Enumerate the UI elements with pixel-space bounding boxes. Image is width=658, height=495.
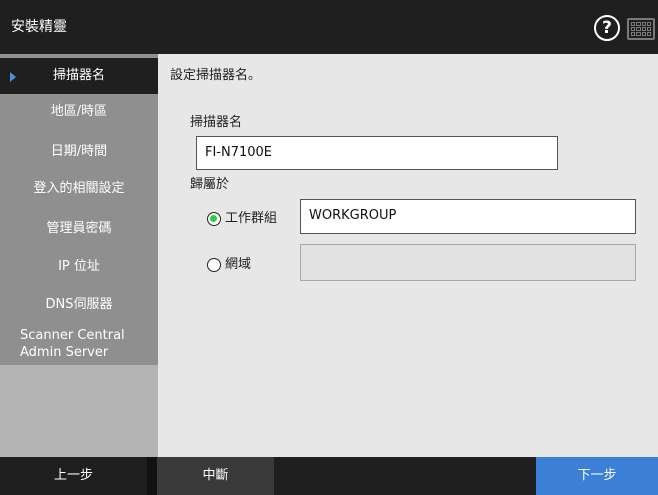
belongs-to-label: 歸屬於 xyxy=(190,177,230,192)
instruction-text: 設定掃描器名。 xyxy=(170,68,262,83)
scanner-name-input[interactable]: FI-N7100E xyxy=(196,136,558,170)
footer-bar: 上一步 中斷 下一步 xyxy=(0,457,658,495)
scanner-name-label: 掃描器名 xyxy=(190,115,243,130)
sidebar-item-region-timezone[interactable]: 地區/時區 xyxy=(0,94,158,130)
workgroup-option-label[interactable]: 工作群組 xyxy=(225,210,277,228)
workgroup-radio[interactable] xyxy=(207,212,221,226)
sidebar-item-scanner-name[interactable]: 掃描器名 xyxy=(0,58,158,94)
domain-radio[interactable] xyxy=(207,258,221,272)
help-icon[interactable]: ? xyxy=(594,15,620,41)
sidebar-item-admin-password[interactable]: 管理員密碼 xyxy=(0,211,158,247)
sidebar-item-label: 掃描器名 xyxy=(52,68,105,83)
keyboard-icon[interactable] xyxy=(627,18,655,40)
sidebar-item-label: 管理員密碼 xyxy=(46,221,112,236)
sidebar-empty-area xyxy=(0,365,158,457)
domain-option-label[interactable]: 網域 xyxy=(225,256,251,274)
sidebar-item-date-time[interactable]: 日期/時間 xyxy=(0,134,158,170)
sidebar-item-label-line2: Admin Server xyxy=(20,345,109,360)
sidebar-item-label: 日期/時間 xyxy=(50,144,108,159)
footer-divider xyxy=(147,457,157,495)
sidebar-item-scanner-central-admin-server[interactable]: Scanner Central Admin Server xyxy=(0,324,158,364)
sidebar-item-label-line1: Scanner Central xyxy=(20,328,125,343)
sidebar-item-label: IP 位址 xyxy=(58,259,100,274)
sidebar-item-label: 登入的相關設定 xyxy=(33,181,125,196)
sidebar-item-label: 地區/時區 xyxy=(50,104,108,119)
next-button[interactable]: 下一步 xyxy=(536,457,658,495)
sidebar-item-login-settings[interactable]: 登入的相關設定 xyxy=(0,171,158,207)
sidebar-item-label: DNS伺服器 xyxy=(45,297,113,312)
domain-input xyxy=(300,244,636,281)
current-step-arrow-icon xyxy=(10,72,16,82)
sidebar-item-dns-server[interactable]: DNS伺服器 xyxy=(0,287,158,323)
cancel-button[interactable]: 中斷 xyxy=(157,457,274,495)
sidebar: 掃描器名 地區/時區 日期/時間 登入的相關設定 管理員密碼 IP 位址 DNS… xyxy=(0,54,158,457)
workgroup-input[interactable]: WORKGROUP xyxy=(300,199,636,234)
window-title: 安裝精靈 xyxy=(11,19,67,35)
sidebar-item-ip-address[interactable]: IP 位址 xyxy=(0,249,158,285)
title-bar: 安裝精靈 ? xyxy=(0,0,658,54)
back-button[interactable]: 上一步 xyxy=(0,457,147,495)
main-panel: 設定掃描器名。 掃描器名 FI-N7100E 歸屬於 工作群組 WORKGROU… xyxy=(158,54,658,457)
